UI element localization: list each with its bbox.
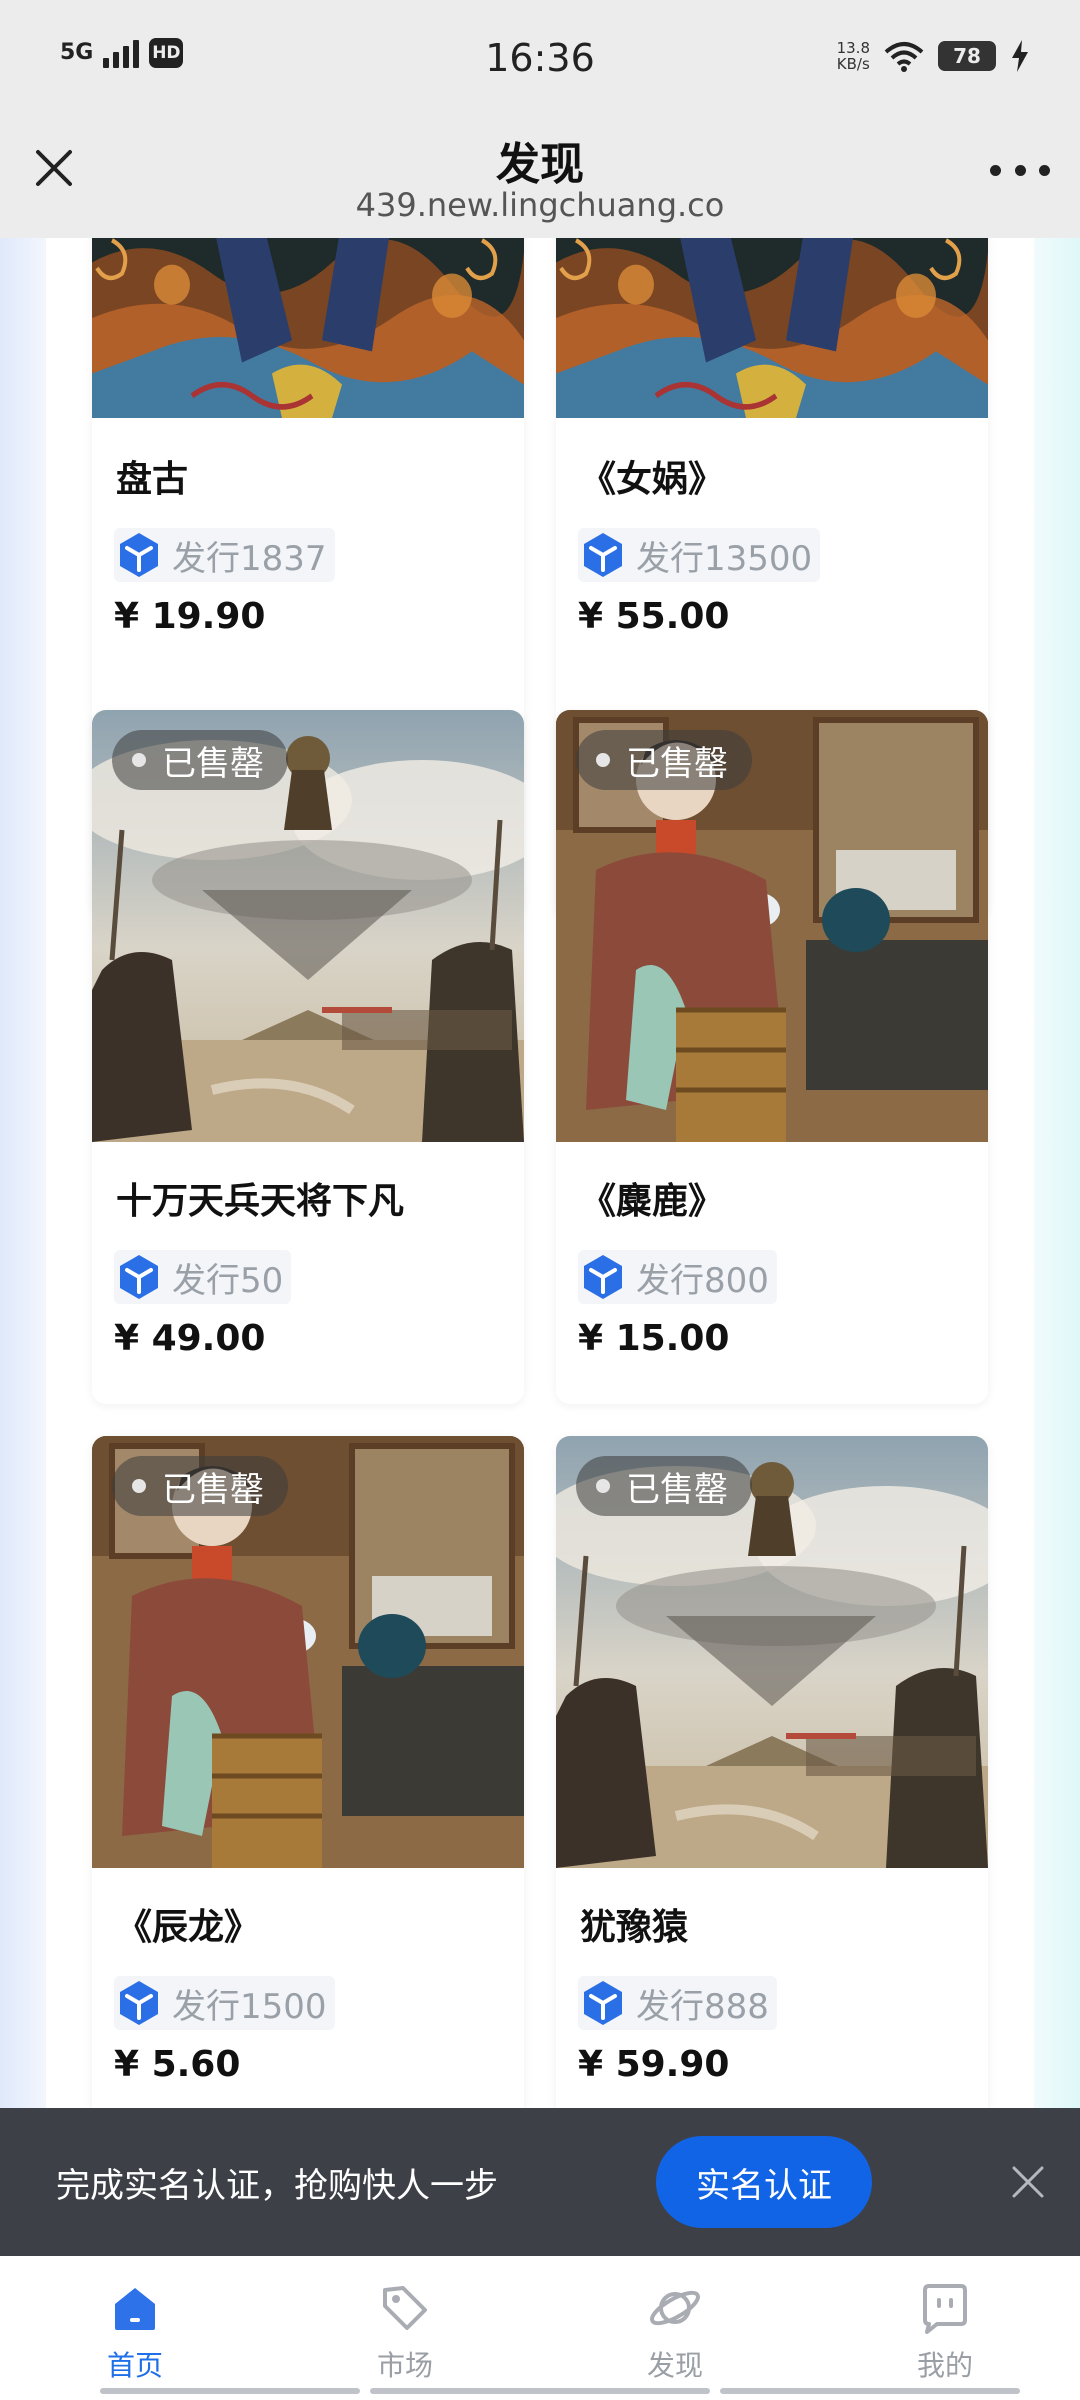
product-price: ¥ 5.60 — [114, 2044, 241, 2085]
issue-count: 发行50 — [114, 1250, 292, 1304]
tag-icon — [383, 2286, 427, 2330]
badge-dot — [596, 753, 610, 767]
product-title: 《女娲》 — [580, 459, 725, 500]
planet-icon — [650, 2290, 700, 2326]
network-speed-unit: KB/s — [836, 55, 870, 73]
cube-icon — [578, 530, 628, 580]
product-title: 盘古 — [116, 459, 189, 500]
product-price: ¥ 19.90 — [114, 596, 266, 637]
network-speed: 13.8 KB/s — [837, 40, 870, 72]
product-image — [556, 238, 988, 418]
tab-label: 市场 — [376, 2349, 433, 2382]
product-title: 犹豫猿 — [580, 1907, 689, 1948]
issue-text: 发行13500 — [636, 538, 813, 579]
page-title: 发现 — [496, 139, 584, 190]
battery-indicator: 78 — [938, 41, 996, 71]
realname-verify-button[interactable]: 实名认证 — [656, 2136, 872, 2228]
banner-text: 完成实名认证，抢购快人一步 — [56, 2166, 498, 2206]
issue-text: 发行1500 — [172, 1986, 327, 2027]
status-bar: 5G HD 16:36 13.8 KB/s 78 — [0, 0, 1080, 120]
nav-bar: 发现 439.new.lingchuang.co — [0, 120, 1080, 238]
tab-label: 我的 — [916, 2349, 973, 2382]
tab-label: 发现 — [646, 2349, 703, 2382]
product-price: ¥ 15.00 — [578, 1318, 730, 1359]
product-card[interactable]: 已售罄 《辰龙》 发行1500 ¥ 5.60 — [92, 1436, 524, 2108]
status-right: 13.8 KB/s 78 — [837, 40, 1030, 72]
product-card[interactable]: 已售罄 《麋鹿》 发行800 ¥ 15.00 — [556, 710, 988, 1404]
product-title: 十万天兵天将下凡 — [116, 1181, 405, 1222]
product-price: ¥ 55.00 — [578, 596, 730, 637]
tab-market[interactable]: 市场 — [270, 2256, 540, 2400]
sold-out-badge: 已售罄 — [112, 730, 288, 790]
tab-mine[interactable]: 我的 — [810, 2256, 1080, 2400]
cube-icon — [114, 1252, 164, 1302]
product-price: ¥ 49.00 — [114, 1318, 266, 1359]
issue-count: 发行888 — [578, 1976, 777, 2030]
product-price: ¥ 59.90 — [578, 2044, 730, 2085]
sold-out-badge: 已售罄 — [112, 1456, 288, 1516]
bottom-tab-bar: 首页 市场 发现 我的 — [0, 2256, 1080, 2400]
cube-icon — [578, 1252, 628, 1302]
home-indicator — [0, 2388, 1080, 2396]
tab-discover[interactable]: 发现 — [540, 2256, 810, 2400]
page-url: 439.new.lingchuang.co — [355, 186, 725, 224]
close-icon[interactable] — [1010, 2164, 1046, 2200]
product-title: 《辰龙》 — [116, 1907, 261, 1948]
sold-out-text: 已售罄 — [626, 743, 728, 784]
issue-text: 发行888 — [636, 1986, 769, 2027]
sold-out-text: 已售罄 — [162, 1469, 264, 1510]
network-speed-value: 13.8 — [836, 39, 870, 57]
issue-text: 发行800 — [636, 1260, 769, 1301]
issue-count: 发行800 — [578, 1250, 777, 1304]
cube-icon — [114, 530, 164, 580]
badge-dot — [596, 1479, 610, 1493]
cube-icon — [578, 1978, 628, 2028]
more-options-icon[interactable] — [990, 150, 1050, 190]
issue-count: 发行1837 — [114, 528, 335, 582]
tab-home[interactable]: 首页 — [0, 2256, 270, 2400]
product-card[interactable]: 已售罄 十万天兵天将下凡 发行50 ¥ 49.00 — [92, 710, 524, 1404]
realname-banner: 完成实名认证，抢购快人一步 实名认证 — [0, 2108, 1080, 2256]
sold-out-text: 已售罄 — [626, 1469, 728, 1510]
profile-chat-icon — [923, 2284, 967, 2334]
issue-text: 发行1837 — [172, 538, 327, 579]
home-icon — [115, 2288, 155, 2330]
charging-icon — [1012, 40, 1028, 72]
issue-text: 发行50 — [172, 1260, 284, 1301]
badge-dot — [132, 753, 146, 767]
sold-out-text: 已售罄 — [162, 743, 264, 784]
sold-out-badge: 已售罄 — [576, 730, 752, 790]
product-grid: 盘古 发行1837 ¥ 19.90 《女娲》 发行13500 ¥ 55.00 已… — [0, 238, 1080, 2108]
product-card[interactable]: 已售罄 犹豫猿 发行888 ¥ 59.90 — [556, 1436, 988, 2108]
product-image — [92, 238, 524, 418]
cube-icon — [114, 1978, 164, 2028]
issue-count: 发行1500 — [114, 1976, 335, 2030]
issue-count: 发行13500 — [578, 528, 821, 582]
wifi-icon — [884, 42, 924, 72]
badge-dot — [132, 1479, 146, 1493]
product-title: 《麋鹿》 — [580, 1181, 725, 1222]
sold-out-badge: 已售罄 — [576, 1456, 752, 1516]
tab-label: 首页 — [106, 2349, 163, 2382]
